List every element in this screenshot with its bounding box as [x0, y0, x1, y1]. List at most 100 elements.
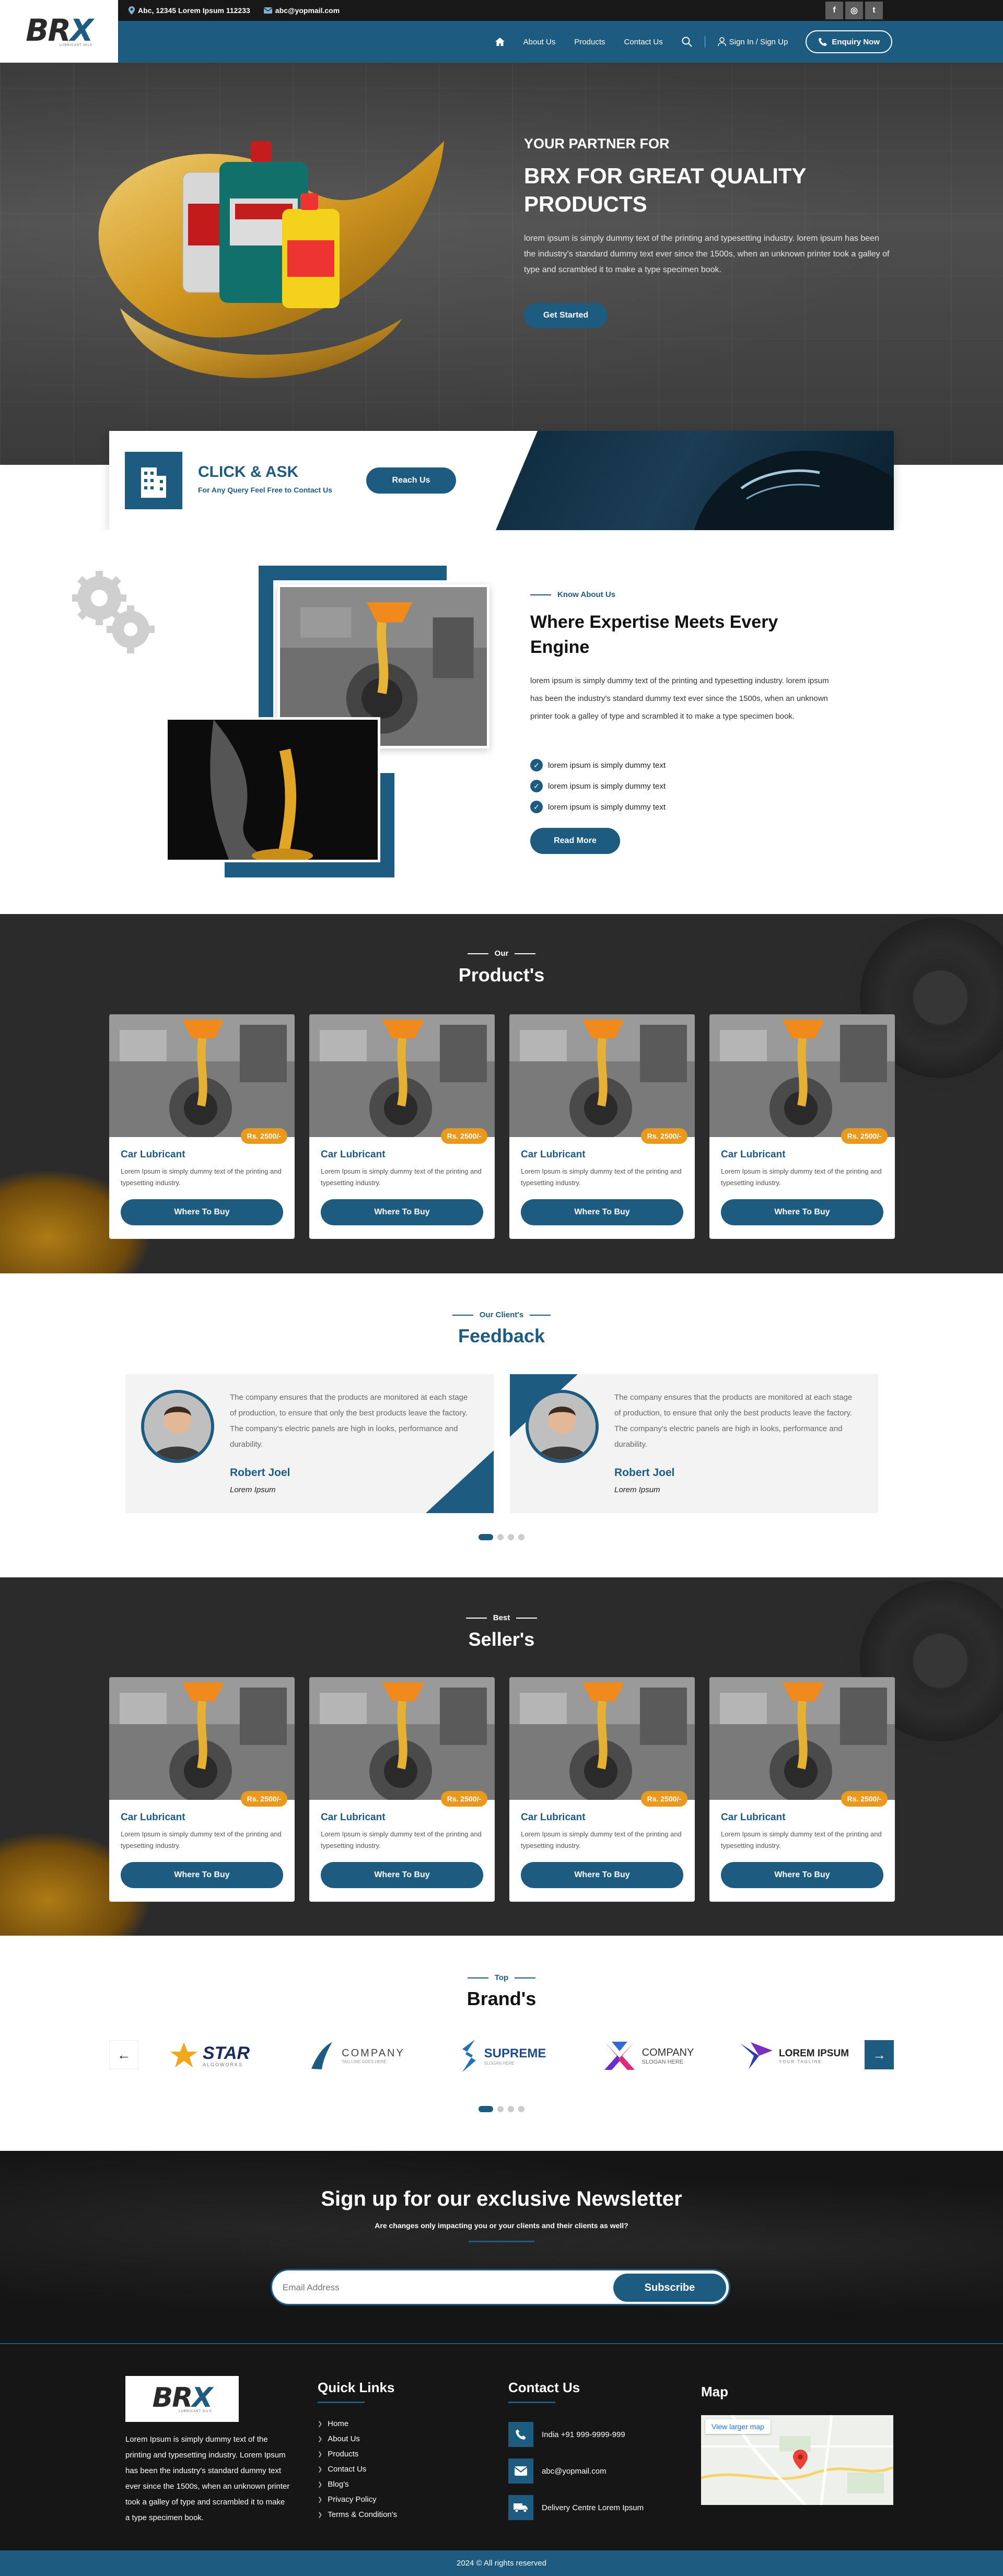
email-input[interactable] — [283, 2280, 575, 2296]
product-name[interactable]: Car Lubricant — [121, 1812, 185, 1823]
pagination-dot[interactable] — [497, 2106, 504, 2112]
where-to-buy-button[interactable]: Where To Buy — [321, 1199, 483, 1225]
brands-kicker-label: Top — [494, 1973, 509, 1982]
footer-link[interactable]: ❯ About Us — [318, 2431, 397, 2446]
logo[interactable]: BRX LUBRICANT OILS — [0, 0, 118, 63]
where-to-buy-button[interactable]: Where To Buy — [121, 1199, 283, 1225]
reach-us-button[interactable]: Reach Us — [366, 467, 456, 494]
logo-text-a: BR — [152, 2382, 193, 2414]
contact-email[interactable]: abc@yopmail.com — [508, 2453, 644, 2489]
search-icon[interactable] — [682, 37, 692, 47]
product-image — [309, 1677, 495, 1800]
product-name[interactable]: Car Lubricant — [721, 1149, 786, 1161]
arrow-left-icon[interactable]: ← — [109, 2040, 138, 2069]
product-image — [709, 1677, 895, 1800]
brand-text: STAR ALGOWORKS — [203, 2044, 250, 2067]
pagination-dot[interactable] — [518, 2106, 524, 2112]
product-name[interactable]: Car Lubricant — [321, 1149, 386, 1161]
click-and-ask-banner: CLICK & ASK For Any Query Feel Free to C… — [109, 431, 894, 530]
contact-list: India +91 999-9999-999 abc@yopmail.com D… — [508, 2416, 644, 2526]
where-to-buy-button[interactable]: Where To Buy — [521, 1862, 683, 1888]
contact-delivery-text: Delivery Centre Lorem Ipsum — [542, 2503, 644, 2512]
nav-products[interactable]: Products — [574, 38, 605, 46]
sellers-kicker-label: Best — [493, 1613, 510, 1622]
about-kicker: Know About Us — [530, 590, 615, 599]
footer-link[interactable]: ❯ Products — [318, 2446, 397, 2462]
products-kicker-label: Our — [494, 949, 509, 958]
engine-oil-image — [109, 1677, 295, 1800]
logo-mark: BRX LUBRICANT OILS — [26, 15, 94, 47]
seller-cards: Rs. 2500/- Car Lubricant Lorem Ipsum is si… — [109, 1677, 895, 1902]
kicker-line — [530, 1314, 551, 1316]
quick-links-title: Quick Links — [318, 2380, 395, 2395]
product-description: Lorem Ipsum is simply dummy text of the … — [721, 1830, 882, 1849]
footer-link[interactable]: ❯ Privacy Policy — [318, 2492, 397, 2507]
footer-link[interactable]: ❯ Blog's — [318, 2477, 397, 2492]
pagination-dot[interactable] — [508, 2106, 514, 2112]
brand-name: COMPANY — [642, 2046, 694, 2058]
where-to-buy-button[interactable]: Where To Buy — [321, 1862, 483, 1888]
pagination-dot[interactable] — [479, 1534, 493, 1540]
brand-sub: YOUR TAGLINE — [778, 2059, 822, 2064]
footer-link[interactable]: ❯ Contact Us — [318, 2462, 397, 2477]
product-description: Lorem Ipsum is simply dummy text of the … — [121, 1830, 282, 1849]
footer-link[interactable]: ❯ Terms & Condition's — [318, 2507, 397, 2522]
footer-logo[interactable]: BRX LUBRICANT OILS — [125, 2376, 239, 2422]
footer-link[interactable]: ❯ Home — [318, 2416, 397, 2431]
list-item: ✓ lorem ipsum is simply dummy text — [530, 755, 666, 776]
twitter-icon[interactable]: t — [865, 2, 883, 19]
product-image — [509, 1014, 695, 1137]
contact-phone-text: India +91 999-9999-999 — [542, 2430, 625, 2439]
list-item: ✓ lorem ipsum is simply dummy text — [530, 797, 666, 817]
product-name[interactable]: Car Lubricant — [721, 1812, 786, 1823]
engine-oil-image — [309, 1677, 495, 1800]
kicker-line — [515, 953, 536, 954]
nav-contact-us[interactable]: Contact Us — [624, 38, 663, 46]
about-points: ✓ lorem ipsum is simply dummy text ✓ lorem… — [530, 755, 666, 817]
map-embed[interactable]: View larger map — [701, 2415, 893, 2505]
point-label: lorem ipsum is simply dummy text — [548, 781, 666, 791]
price-badge: Rs. 2500/- — [440, 1791, 487, 1807]
brand-logo-company-x: COMPANY SLOGAN HERE — [588, 2027, 708, 2085]
price-badge: Rs. 2500/- — [841, 1791, 888, 1807]
subscribe-button[interactable]: Subscribe — [613, 2274, 726, 2302]
get-started-button[interactable]: Get Started — [524, 303, 608, 328]
products-section: Our Product's Rs. 2500/- Car Lubricant Lor… — [0, 914, 1003, 1273]
nav-about-us[interactable]: About Us — [523, 38, 556, 46]
brands-section: Top Brand's ← STAR ALGOWORKS COMPANY TAG L… — [0, 1936, 1003, 2151]
pagination-dot[interactable] — [479, 2106, 493, 2112]
bird-icon — [740, 2042, 773, 2069]
home-icon[interactable] — [495, 38, 505, 46]
pagination-dot[interactable] — [497, 1534, 504, 1540]
enquiry-button[interactable]: Enquiry Now — [806, 30, 892, 53]
pagination-dot[interactable] — [518, 1534, 524, 1540]
oil-drop-image — [165, 717, 380, 862]
facebook-icon[interactable]: f — [825, 2, 843, 19]
email[interactable]: abc@yopmail.com — [263, 6, 340, 15]
feedback-pagination — [0, 1534, 1003, 1540]
arrow-right-icon[interactable]: → — [865, 2040, 894, 2069]
where-to-buy-button[interactable]: Where To Buy — [521, 1199, 683, 1225]
star-icon — [170, 2042, 197, 2067]
where-to-buy-button[interactable]: Where To Buy — [721, 1199, 883, 1225]
quick-links: ❯ Home ❯ About Us ❯ Products ❯ Contact Us ❯ Blog'… — [318, 2416, 397, 2522]
product-name[interactable]: Car Lubricant — [521, 1149, 586, 1161]
logo-wordmark: BRX — [26, 15, 94, 45]
read-more-button[interactable]: Read More — [530, 828, 620, 854]
brand-logo-company: COMPANY TAG LINE GOES HERE — [296, 2027, 416, 2085]
sign-in-link[interactable]: Sign In / Sign Up — [717, 37, 788, 46]
view-larger-map-link[interactable]: View larger map — [705, 2419, 771, 2434]
pagination-dot[interactable] — [508, 1534, 514, 1540]
best-sellers-section: Best Seller's Rs. 2500/- Car Lubricant Lor… — [0, 1577, 1003, 1936]
product-name[interactable]: Car Lubricant — [121, 1149, 185, 1161]
product-name[interactable]: Car Lubricant — [321, 1812, 386, 1823]
product-description: Lorem Ipsum is simply dummy text of the … — [121, 1167, 282, 1187]
where-to-buy-button[interactable]: Where To Buy — [721, 1862, 883, 1888]
contact-phone[interactable]: India +91 999-9999-999 — [508, 2416, 644, 2453]
product-name[interactable]: Car Lubricant — [521, 1812, 586, 1823]
product-description: Lorem Ipsum is simply dummy text of the … — [521, 1830, 682, 1849]
point-label: lorem ipsum is simply dummy text — [548, 802, 666, 812]
avatar — [526, 1390, 599, 1463]
instagram-icon[interactable]: ◎ — [845, 2, 863, 19]
where-to-buy-button[interactable]: Where To Buy — [121, 1862, 283, 1888]
